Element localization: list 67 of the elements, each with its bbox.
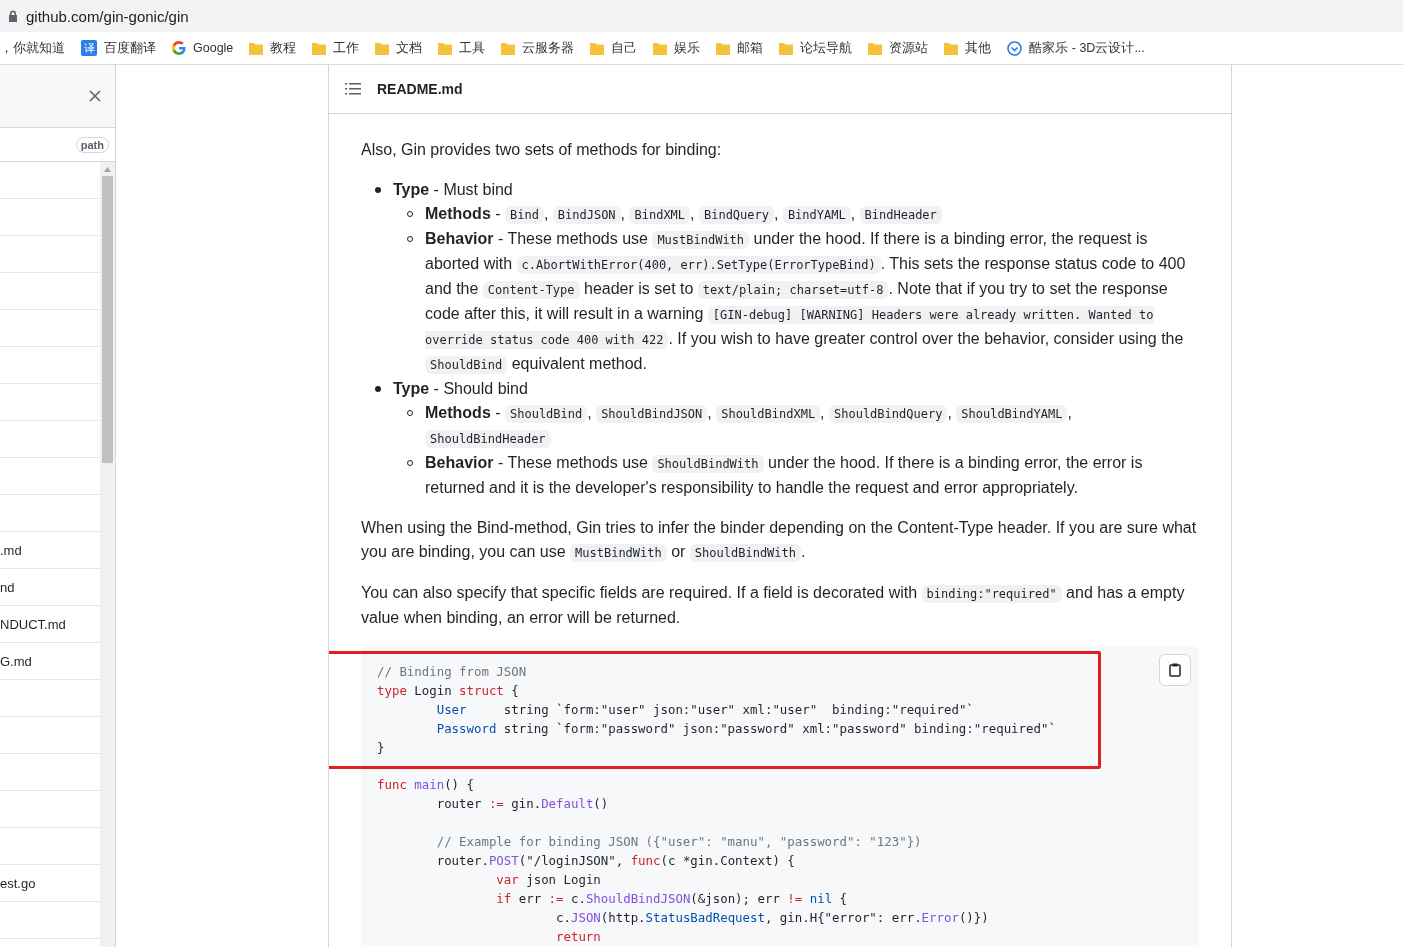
code-line: type Login struct { [377,682,520,700]
bookmark-link[interactable]: 文档 [396,39,423,57]
code-line: if err := c.ShouldBindJSON(&json); err != nil { [495,890,848,908]
bookmark-link[interactable]: 论坛导航 [800,39,853,57]
copy-button[interactable] [1159,654,1191,686]
url-text[interactable]: github.com/gin-gonic/gin [26,7,189,25]
lock-icon [8,10,18,22]
folder-icon [375,41,390,55]
folder-icon [716,41,731,55]
list-item-text: Type - Must bind [393,180,513,200]
bookmark-link[interactable]: 云服务器 [522,39,575,57]
code-line: return [555,928,602,946]
bookmark-link[interactable]: 工作 [333,39,360,57]
bookmark-link[interactable]: 教程 [270,39,297,57]
folder-icon [944,41,959,55]
folder-icon [653,41,668,55]
bookmark-link[interactable]: 自己 [611,39,638,57]
code-line: func main() { [377,776,475,794]
clipboard-icon [1169,663,1181,677]
bullet-icon [375,187,381,193]
file-name[interactable]: G.md [0,653,32,669]
code-line: User string `form:"user" json:"user" xml:"user" binding:"required"` [435,701,975,719]
code-line: router.POST("/loginJSON", func(c *gin.Context) { [435,852,796,870]
bookmark-link[interactable]: Google [193,41,234,55]
list-item-text: Behavior - These methods use ShouldBindWith under the hood. If there is a binding error, the error is returned and it is the developer's responsibility to handle the request and error appropriately. [425,453,1144,498]
paragraph: You can also specify that specific fields are required. If a field is decorated with binding:"required" and has a empty value when binding, an error will be returned. [361,583,1186,628]
bookmark-link[interactable]: 酷家乐 - 3D云设计... [1029,39,1145,57]
folder-icon [312,41,327,55]
folder-icon [779,41,794,55]
file-name[interactable]: est.go [0,875,36,891]
bookmark-link[interactable]: 资源站 [889,39,929,57]
folder-icon [249,41,264,55]
list-icon[interactable] [345,83,361,95]
code-line: // Binding from JSON [377,663,528,681]
scrollbar-thumb[interactable] [102,176,113,463]
code-line: c.JSON(http.StatusBadRequest, gin.H{"error": err.Error()}) [555,909,990,927]
bullet-icon [375,386,381,392]
code-line: Password string `form:"password" json:"password" xml:"password" binding:"required"` [435,720,1057,738]
google-g-icon [172,41,186,55]
bookmark-link[interactable]: 工具 [459,39,486,57]
bookmark-link[interactable]: 其他 [965,39,992,57]
folder-icon [590,41,605,55]
code-line: var json Login [495,871,602,889]
file-name[interactable]: NDUCT.md [0,616,66,632]
code-line: } [377,739,386,757]
code-line: router := gin.Default() [435,795,610,813]
paragraph: Also, Gin provides two sets of methods for binding: [361,140,723,160]
path-badge: path [75,136,109,153]
folder-icon [501,41,516,55]
file-name[interactable]: nd [0,579,15,595]
folder-icon [868,41,883,55]
code-line: // Example for binding JSON ({"user": "manu", "password": "123"}) [435,833,923,851]
list-item-text: Behavior - These methods use MustBindWith under the hood. If there is a binding error, the request is aborted with c.AbortWithError(400, err).SetType(ErrorTypeBind) . This sets the response status code to 400 and the Content-Type header is set to text/plain; charset=utf-8 . Note that if you try to set the response code after this, it will result in a warning [GIN-debug] [WARNING] Headers were already written. Wanted to override status code 400 with 422 . If you wish to have greater control over the behavior, consider using the ShouldBind equivalent method. [425,229,1187,376]
bookmark-link[interactable]: 百度翻译 [104,39,156,57]
list-item-text: Methods - Bind , BindJSON , BindXML , BindQuery , BindYAML , BindHeader [425,202,942,227]
paragraph: When using the Bind-method, Gin tries to infer the binder depending on the Content-Type header. If you are sure what you are binding, you can use MustBindWith or ShouldBindWith . [361,518,1198,564]
folder-icon [438,41,453,55]
list-item-text: Type - Should bind [393,379,528,399]
translate-icon: 译 [81,40,97,56]
list-item-text: Methods - ShouldBind , ShouldBindJSON , ShouldBindXML , ShouldBindQuery , ShouldBindYAML , ShouldBindHeader [425,403,1073,450]
bookmark-link[interactable]: 娱乐 [674,39,701,57]
file-title: README.md [377,81,463,97]
bookmark-link[interactable]: 邮箱 [737,39,764,57]
file-name[interactable]: .md [0,542,22,558]
scrollbar[interactable] [100,162,115,947]
bookmark-link[interactable]: ，你就知道 [0,39,65,57]
close-icon[interactable] [89,90,101,102]
